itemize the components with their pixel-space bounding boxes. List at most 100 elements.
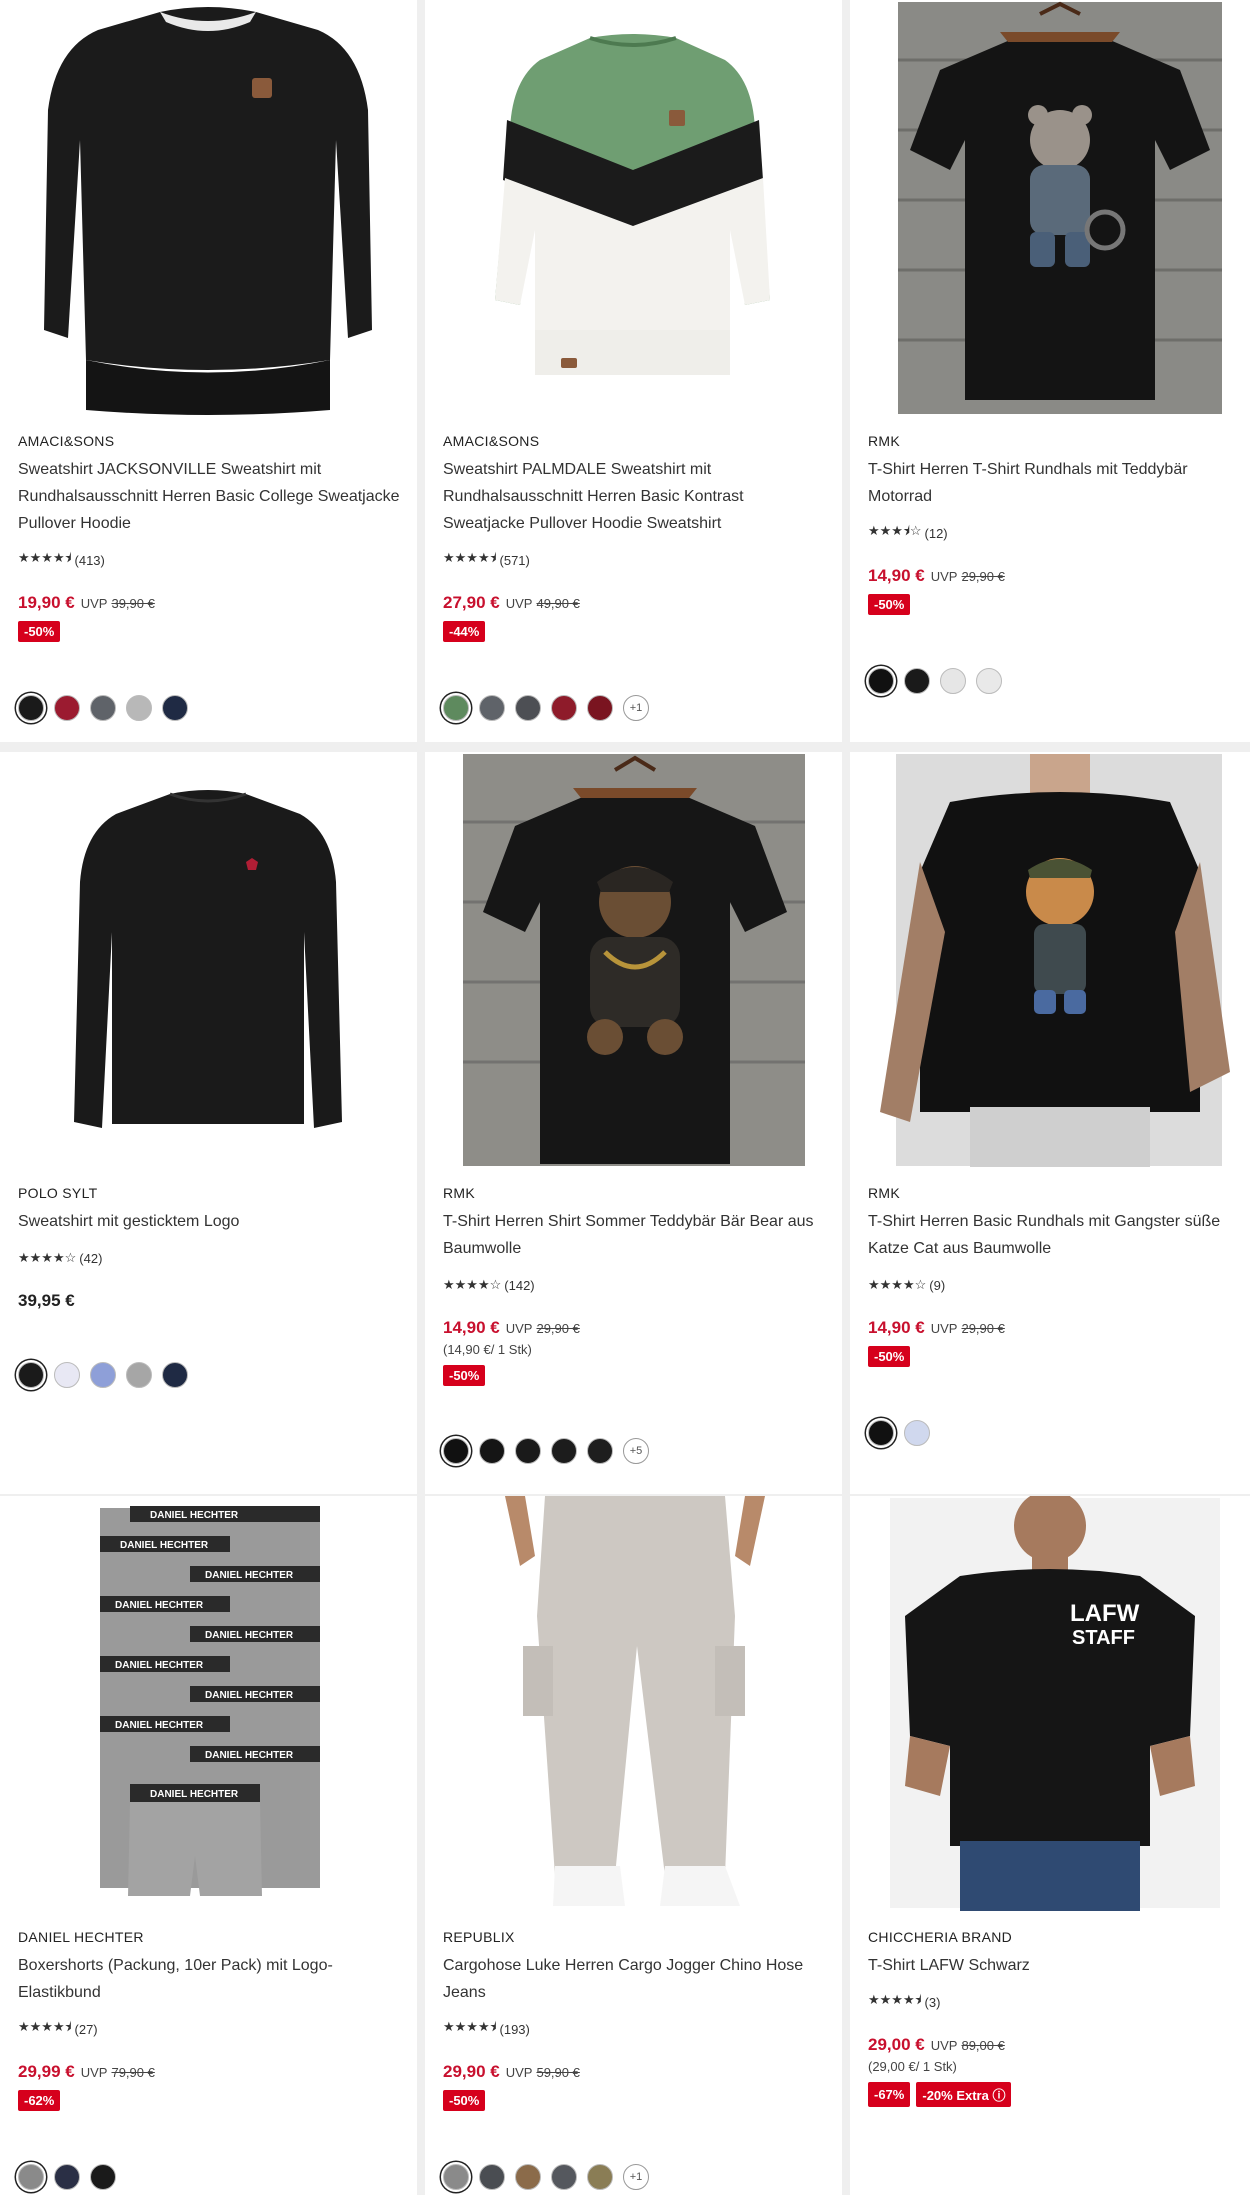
product-image[interactable] xyxy=(425,1496,842,1916)
color-swatches xyxy=(18,2164,116,2190)
rating-stars-icon: ★★★★⯨ xyxy=(18,550,72,565)
discount-badge: -50% xyxy=(868,1346,911,1367)
product-image[interactable]: DANIEL HECHTER DANIEL HECHTER DANIEL HEC… xyxy=(0,1496,417,1916)
color-swatch[interactable] xyxy=(126,1362,152,1388)
product-card[interactable]: REPUBLIX Cargohose Luke Herren Cargo Jog… xyxy=(425,1496,842,2195)
color-swatch[interactable] xyxy=(90,2164,116,2190)
price-row: 29,00 € UVP 89,00 € xyxy=(868,2035,1234,2055)
color-swatch[interactable] xyxy=(18,1362,44,1388)
color-swatch[interactable] xyxy=(515,2164,541,2190)
product-title[interactable]: T-Shirt Herren Shirt Sommer Teddybär Bär… xyxy=(443,1208,826,1262)
color-swatch[interactable] xyxy=(551,2164,577,2190)
color-swatch[interactable] xyxy=(587,695,613,721)
old-price: 29,90 € xyxy=(961,569,1005,584)
product-image[interactable] xyxy=(850,0,1250,420)
product-card[interactable]: RMK T-Shirt Herren Shirt Sommer Teddybär… xyxy=(425,752,842,1494)
color-swatch[interactable] xyxy=(90,1362,116,1388)
color-swatch[interactable] xyxy=(443,695,469,721)
extra-discount-badge[interactable]: -20% Extra ⓘ xyxy=(916,2082,1012,2107)
color-swatch[interactable] xyxy=(515,695,541,721)
price-row: 39,95 € xyxy=(18,1291,401,1311)
discount-badges: -50% xyxy=(443,1365,826,1386)
product-image[interactable]: LAFW STAFF xyxy=(850,1496,1250,1916)
color-swatch[interactable] xyxy=(54,1362,80,1388)
review-count: (571) xyxy=(499,552,530,568)
product-rating: ★★★★☆ (9) xyxy=(868,1276,1234,1294)
old-price: 29,90 € xyxy=(536,1321,580,1336)
product-image[interactable] xyxy=(425,752,842,1172)
color-swatch[interactable] xyxy=(976,668,1002,694)
product-card[interactable]: RMK T-Shirt Herren T-Shirt Rundhals mit … xyxy=(850,0,1250,742)
price-row: 29,99 € UVP 79,90 € xyxy=(18,2062,401,2082)
more-colors-button[interactable]: +1 xyxy=(623,695,649,721)
review-count: (413) xyxy=(74,552,105,568)
product-title[interactable]: Sweatshirt PALMDALE Sweatshirt mit Rundh… xyxy=(443,456,826,537)
product-card[interactable]: RMK T-Shirt Herren Basic Rundhals mit Ga… xyxy=(850,752,1250,1494)
color-swatch[interactable] xyxy=(904,668,930,694)
review-count: (9) xyxy=(929,1277,946,1293)
color-swatch[interactable] xyxy=(587,1438,613,1464)
more-colors-button[interactable]: +5 xyxy=(623,1438,649,1464)
discount-badge: -44% xyxy=(443,621,486,642)
product-card[interactable]: AMACI&SONS Sweatshirt PALMDALE Sweatshir… xyxy=(425,0,842,742)
color-swatch[interactable] xyxy=(904,1420,930,1446)
old-price: 59,90 € xyxy=(536,2065,580,2080)
svg-text:DANIEL HECHTER: DANIEL HECHTER xyxy=(205,1690,294,1701)
product-card[interactable]: POLO SYLT Sweatshirt mit gesticktem Logo… xyxy=(0,752,417,1494)
color-swatch[interactable] xyxy=(54,2164,80,2190)
product-card[interactable]: DANIEL HECHTER DANIEL HECHTER DANIEL HEC… xyxy=(0,1496,417,2195)
color-swatch[interactable] xyxy=(162,695,188,721)
color-swatch[interactable] xyxy=(443,1438,469,1464)
product-card[interactable]: AMACI&SONS Sweatshirt JACKSONVILLE Sweat… xyxy=(0,0,417,742)
color-swatch[interactable] xyxy=(54,695,80,721)
product-title[interactable]: T-Shirt Herren Basic Rundhals mit Gangst… xyxy=(868,1208,1234,1262)
color-swatches: +5 xyxy=(443,1438,649,1464)
color-swatch[interactable] xyxy=(868,1420,894,1446)
color-swatch[interactable] xyxy=(587,2164,613,2190)
product-title[interactable]: Boxershorts (Packung, 10er Pack) mit Log… xyxy=(18,1952,401,2006)
color-swatch[interactable] xyxy=(443,2164,469,2190)
product-title[interactable]: Cargohose Luke Herren Cargo Jogger Chino… xyxy=(443,1952,826,2006)
product-rating: ★★★⯨☆ (12) xyxy=(868,523,1234,542)
product-title[interactable]: Sweatshirt mit gesticktem Logo xyxy=(18,1208,401,1235)
product-title[interactable]: T-Shirt Herren T-Shirt Rundhals mit Tedd… xyxy=(868,456,1234,510)
product-card[interactable]: LAFW STAFF CHICCHERIA BRAND T-Shirt LAFW… xyxy=(850,1496,1250,2195)
color-swatch[interactable] xyxy=(868,668,894,694)
discount-badges: -50% xyxy=(18,621,401,642)
rating-stars-icon: ★★★★⯨ xyxy=(868,1992,922,2007)
rating-stars-icon: ★★★⯨☆ xyxy=(868,523,922,538)
review-count: (42) xyxy=(79,1250,103,1266)
product-price: 29,90 € xyxy=(443,2062,500,2081)
product-title[interactable]: Sweatshirt JACKSONVILLE Sweatshirt mit R… xyxy=(18,456,401,537)
product-image[interactable] xyxy=(425,0,842,420)
color-swatches xyxy=(868,1420,930,1446)
rating-stars-icon: ★★★★⯨ xyxy=(443,550,497,565)
color-swatch[interactable] xyxy=(90,695,116,721)
discount-badge: -50% xyxy=(868,594,911,615)
discount-badges: -44% xyxy=(443,621,826,642)
product-brand: CHICCHERIA BRAND xyxy=(868,1929,1013,1945)
product-rating: ★★★★☆ (142) xyxy=(443,1276,826,1294)
color-swatch[interactable] xyxy=(126,695,152,721)
product-image[interactable] xyxy=(0,752,417,1172)
color-swatch[interactable] xyxy=(162,1362,188,1388)
color-swatch[interactable] xyxy=(551,695,577,721)
rating-stars-icon: ★★★★☆ xyxy=(18,1250,77,1265)
rating-stars-icon: ★★★★⯨ xyxy=(443,2019,497,2034)
color-swatch[interactable] xyxy=(18,695,44,721)
color-swatch[interactable] xyxy=(515,1438,541,1464)
color-swatch[interactable] xyxy=(479,695,505,721)
svg-text:DANIEL HECHTER: DANIEL HECHTER xyxy=(115,1600,204,1611)
product-image[interactable] xyxy=(850,752,1250,1172)
color-swatch[interactable] xyxy=(479,1438,505,1464)
color-swatch[interactable] xyxy=(479,2164,505,2190)
color-swatch[interactable] xyxy=(551,1438,577,1464)
color-swatch[interactable] xyxy=(18,2164,44,2190)
product-title[interactable]: T-Shirt LAFW Schwarz xyxy=(868,1952,1234,1979)
color-swatch[interactable] xyxy=(940,668,966,694)
product-image[interactable] xyxy=(0,0,417,420)
svg-text:DANIEL HECHTER: DANIEL HECHTER xyxy=(205,1570,294,1581)
more-colors-button[interactable]: +1 xyxy=(623,2164,649,2190)
svg-text:DANIEL HECHTER: DANIEL HECHTER xyxy=(150,1789,239,1800)
discount-badges: -67% -20% Extra ⓘ xyxy=(868,2082,1234,2107)
